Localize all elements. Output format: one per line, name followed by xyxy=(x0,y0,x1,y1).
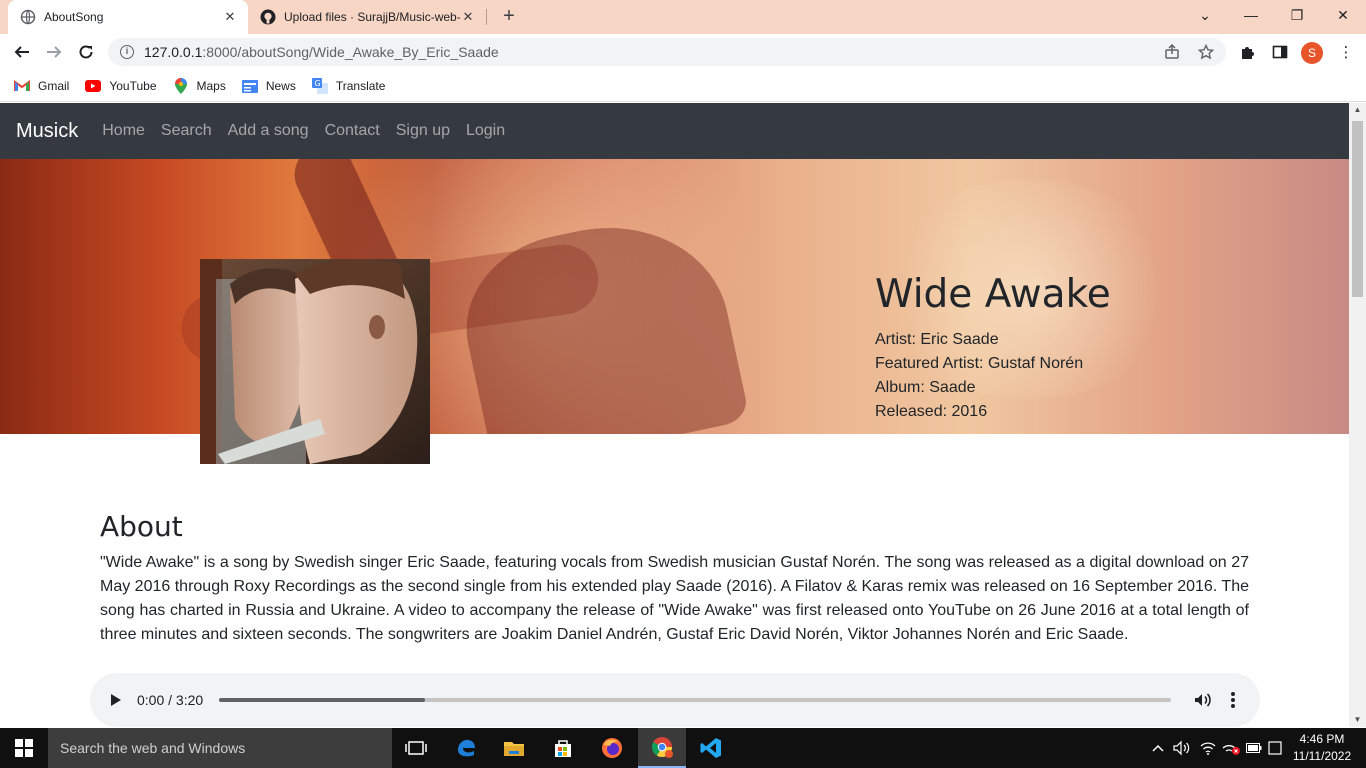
news-icon xyxy=(241,78,258,94)
scrollbar-thumb[interactable] xyxy=(1352,121,1363,297)
windows-start-icon[interactable] xyxy=(0,728,48,768)
battery-icon[interactable] xyxy=(1246,728,1262,768)
tab-title: Upload files · SurajjB/Music-web- xyxy=(284,10,460,24)
song-featured-artist: Featured Artist: Gustaf Norén xyxy=(875,355,1084,372)
edge-icon[interactable] xyxy=(442,728,490,768)
bookmark-news[interactable]: News xyxy=(241,78,296,94)
bookmark-star-icon[interactable] xyxy=(1196,42,1216,62)
bookmark-translate[interactable]: G Translate xyxy=(311,77,385,94)
song-info: Wide Awake Artist: Eric Saade Featured A… xyxy=(875,272,1111,424)
minimize-icon[interactable]: — xyxy=(1228,0,1274,30)
reload-icon[interactable] xyxy=(74,40,98,64)
nav-add-song[interactable]: Add a song xyxy=(228,122,309,140)
nav-contact[interactable]: Contact xyxy=(325,122,380,140)
firefox-icon[interactable] xyxy=(588,728,636,768)
profile-avatar[interactable]: S xyxy=(1301,42,1323,64)
clock-time: 4:46 PM xyxy=(1299,732,1345,746)
show-hidden-icons-chevron-icon[interactable] xyxy=(1152,728,1164,768)
player-more-icon[interactable] xyxy=(1227,690,1239,710)
album-cover-image xyxy=(200,259,430,464)
volume-icon[interactable] xyxy=(1192,690,1212,710)
play-icon[interactable] xyxy=(108,691,124,709)
seek-bar-buffered xyxy=(219,698,425,702)
audio-player[interactable]: 0:00 / 3:20 xyxy=(90,673,1260,727)
windows-taskbar: Search the web and Windows 4:46 PM 11/11… xyxy=(0,728,1366,768)
speaker-icon[interactable] xyxy=(1173,728,1191,768)
tab-strip: AboutSong ✕ Upload files · SurajjB/Music… xyxy=(0,0,1366,34)
new-tab-icon[interactable]: + xyxy=(499,6,519,26)
tab-aboutsong[interactable]: AboutSong ✕ xyxy=(8,0,248,34)
clock-date: 11/11/2022 xyxy=(1292,749,1352,763)
close-tab-icon[interactable]: ✕ xyxy=(222,9,238,25)
svg-text:G: G xyxy=(314,79,320,88)
url-text: 127.0.0.1:8000/aboutSong/Wide_Awake_By_E… xyxy=(144,44,499,60)
tab-separator xyxy=(486,9,487,25)
maps-icon xyxy=(173,77,189,94)
taskbar-search-input[interactable]: Search the web and Windows xyxy=(48,728,392,768)
extensions-puzzle-icon[interactable] xyxy=(1236,40,1260,64)
gmail-icon xyxy=(14,78,30,94)
scroll-down-icon[interactable]: ▼ xyxy=(1349,713,1366,727)
browser-toolbar: i 127.0.0.1:8000/aboutSong/Wide_Awake_By… xyxy=(0,34,1366,70)
vscode-icon[interactable] xyxy=(687,728,735,768)
bookmark-youtube[interactable]: YouTube xyxy=(85,78,157,94)
nav-search[interactable]: Search xyxy=(161,122,212,140)
close-window-icon[interactable]: ✕ xyxy=(1320,0,1366,30)
file-explorer-icon[interactable] xyxy=(490,728,538,768)
globe-icon xyxy=(20,9,36,25)
forward-arrow-icon[interactable] xyxy=(42,40,66,64)
youtube-icon xyxy=(85,78,102,94)
tab-title: AboutSong xyxy=(44,10,104,24)
page-viewport: Musick Home Search Add a song Contact Si… xyxy=(0,103,1349,727)
nav-login[interactable]: Login xyxy=(466,122,505,140)
chrome-menu-icon[interactable]: ⋮ xyxy=(1334,40,1358,64)
site-brand[interactable]: Musick xyxy=(16,120,78,143)
nav-home[interactable]: Home xyxy=(102,122,145,140)
site-info-icon[interactable]: i xyxy=(120,45,134,59)
store-icon[interactable] xyxy=(539,728,587,768)
taskbar-clock[interactable]: 4:46 PM 11/11/2022 xyxy=(1290,731,1354,765)
player-time: 0:00 / 3:20 xyxy=(137,692,204,708)
scroll-up-icon[interactable]: ▲ xyxy=(1349,103,1366,117)
about-heading: About xyxy=(100,510,183,543)
notification-icon[interactable] xyxy=(1268,728,1282,768)
task-view-icon[interactable] xyxy=(392,728,440,768)
nav-sign-up[interactable]: Sign up xyxy=(396,122,450,140)
page-scrollbar[interactable]: ▲ ▼ xyxy=(1349,103,1366,727)
address-bar[interactable]: i 127.0.0.1:8000/aboutSong/Wide_Awake_By… xyxy=(108,38,1226,66)
share-icon[interactable] xyxy=(1162,42,1182,62)
tab-search-chevron-icon[interactable]: ⌄ xyxy=(1182,0,1228,30)
translate-icon: G xyxy=(311,77,328,94)
bookmarks-bar: Gmail YouTube Maps News G Translate xyxy=(0,70,1366,102)
site-navbar: Musick Home Search Add a song Contact Si… xyxy=(0,103,1349,159)
back-arrow-icon[interactable] xyxy=(10,40,34,64)
chrome-taskbar-icon[interactable] xyxy=(638,728,686,768)
wifi-icon[interactable] xyxy=(1199,728,1217,768)
bookmark-maps[interactable]: Maps xyxy=(173,77,226,94)
close-tab-icon[interactable]: ✕ xyxy=(460,9,476,25)
tab-upload-files[interactable]: Upload files · SurajjB/Music-web- ✕ xyxy=(250,0,486,34)
song-album: Album: Saade xyxy=(875,379,976,396)
seek-bar[interactable] xyxy=(219,698,1171,702)
about-text: "Wide Awake" is a song by Swedish singer… xyxy=(100,554,1249,643)
side-panel-icon[interactable] xyxy=(1268,40,1292,64)
song-released: Released: 2016 xyxy=(875,403,988,420)
network-error-icon[interactable] xyxy=(1222,728,1242,768)
song-artist: Artist: Eric Saade xyxy=(875,331,999,348)
song-title: Wide Awake xyxy=(875,272,1111,317)
restore-icon[interactable]: ❐ xyxy=(1274,0,1320,30)
about-section: About "Wide Awake" is a song by Swedish … xyxy=(100,509,1249,647)
bookmark-gmail[interactable]: Gmail xyxy=(14,78,69,94)
github-icon xyxy=(260,9,276,25)
